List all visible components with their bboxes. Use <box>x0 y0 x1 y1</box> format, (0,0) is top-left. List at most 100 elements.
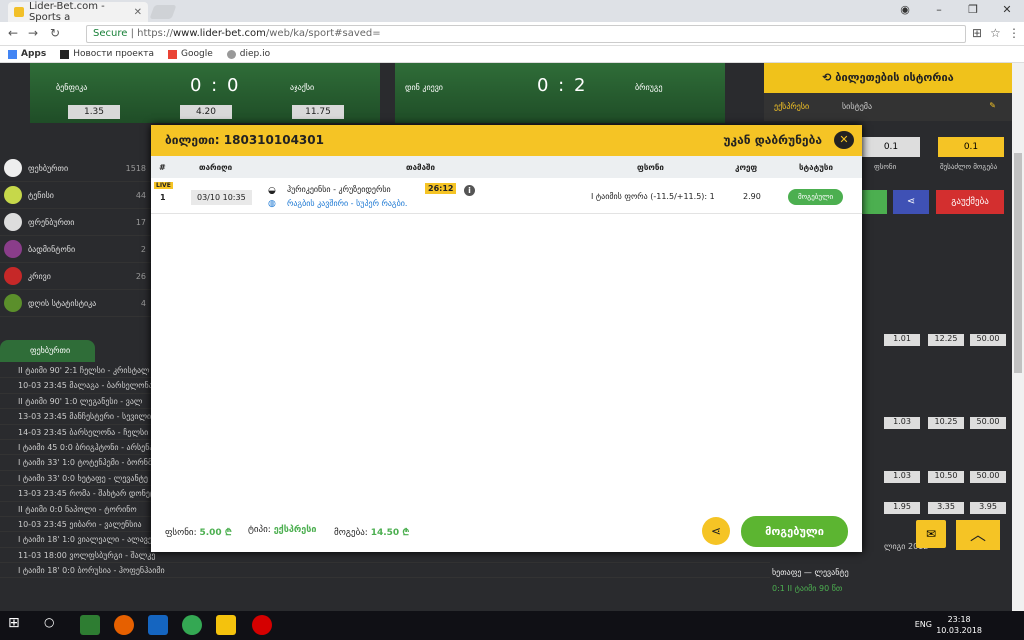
url-field[interactable]: Secure | https://www.lider-bet.com/web/k… <box>86 25 966 43</box>
bookmark-news[interactable]: Новости проекта <box>60 49 154 59</box>
pin-icon[interactable]: ✎ <box>989 101 996 110</box>
sports-sidebar: ფეხბურთი 1518 ტენისი 44 ფრენბურთი 17 ბადმინ… <box>0 155 152 317</box>
stake-summary: ფსონი: 5.00 ₾ <box>165 528 232 538</box>
odd-button[interactable]: 1.35 <box>68 105 120 119</box>
odd-button[interactable]: 1.95 <box>884 502 920 514</box>
folder-icon[interactable] <box>216 615 236 635</box>
firefox-icon[interactable] <box>114 615 134 635</box>
sport-count: 17 <box>135 217 146 227</box>
odd-button[interactable]: 1.03 <box>884 471 920 483</box>
live-match[interactable]: ხეთაფე — ლევანტე <box>772 568 849 577</box>
football-icon <box>4 159 22 177</box>
odd-button[interactable]: 10.25 <box>928 417 964 429</box>
reload-icon[interactable]: ↻ <box>50 26 60 40</box>
away-team: აჯაქსი <box>290 83 315 92</box>
sport-name: ფრენბურთი <box>28 217 75 227</box>
close-tab-icon[interactable]: ✕ <box>134 7 142 18</box>
sport-item[interactable]: ფეხბურთი 1518 <box>0 155 152 182</box>
away-team: ბრიუგე <box>635 83 663 92</box>
system-clock[interactable]: 23:18 10.03.2018 <box>936 614 982 636</box>
close-icon[interactable]: ✕ <box>834 131 854 149</box>
odd-button[interactable]: 50.00 <box>970 417 1006 429</box>
scroll-up-icon[interactable]: ︿ <box>956 520 1000 550</box>
tab-football[interactable]: ფეხბურთი <box>0 340 95 362</box>
live-badge: LIVE <box>154 182 173 189</box>
tab-system[interactable]: სისტემა <box>842 102 872 111</box>
page-scrollbar[interactable] <box>1012 63 1024 611</box>
tab-title: Lider-Bet.com - Sports a <box>28 1 105 23</box>
stake-amount[interactable]: 0.1 <box>862 137 920 157</box>
translate-icon[interactable]: ⊞ <box>972 26 982 40</box>
sport-item[interactable]: დღის სტატისტიკა 4 <box>0 290 152 317</box>
event-name[interactable]: ჰურიკეინსი - კრუზეიდერსი <box>287 185 391 194</box>
bookmark-apps[interactable]: Apps <box>8 49 46 59</box>
bookmark-label: Apps <box>21 49 47 59</box>
table-row[interactable]: I ტაიმი 18' 0:0 ბორუსია - ჰოფენჰაიმი <box>0 563 770 579</box>
col-odd: კოეფ <box>735 163 758 172</box>
excel-icon[interactable] <box>80 615 100 635</box>
search-icon[interactable]: ○ <box>44 615 64 635</box>
share-icon[interactable]: ⋖ <box>893 190 929 214</box>
odd-button[interactable]: 50.00 <box>970 471 1006 483</box>
confirm-button[interactable] <box>862 190 887 214</box>
tennis-icon <box>4 186 22 204</box>
col-num: # <box>159 163 166 172</box>
back-button[interactable]: უკან დაბრუნება <box>723 133 822 147</box>
windows-taskbar: ⊞ ○ ENG 23:18 10.03.2018 <box>0 611 1024 640</box>
share-icon[interactable]: ⋖ <box>702 517 730 545</box>
odd-button[interactable]: 3.95 <box>970 502 1006 514</box>
browser-tab[interactable]: Lider-Bet.com - Sports a ✕ <box>8 1 148 23</box>
odd-button[interactable]: 12.25 <box>928 334 964 346</box>
bookmark-diep[interactable]: diep.io <box>226 49 270 59</box>
col-event: თამაში <box>406 163 435 172</box>
odd-button[interactable]: 1.03 <box>884 417 920 429</box>
account-icon[interactable]: ◉ <box>888 0 922 22</box>
sport-item[interactable]: კრივი 26 <box>0 263 152 290</box>
scrollbar-thumb[interactable] <box>1014 153 1022 373</box>
back-icon[interactable]: ← <box>8 26 18 40</box>
menu-icon[interactable]: ⋮ <box>1008 26 1020 40</box>
col-status: სტატუსი <box>799 163 833 172</box>
delete-button[interactable]: გაუქმება <box>936 190 1004 214</box>
globe-icon: ◍ <box>268 199 276 209</box>
history-title: ბილეთების ისტორია <box>835 71 954 84</box>
chrome-icon[interactable] <box>182 615 202 635</box>
odd-button[interactable]: 10.50 <box>928 471 964 483</box>
restore-icon[interactable]: ❐ <box>956 0 990 22</box>
win-summary: მოგება: 14.50 ₾ <box>334 528 410 538</box>
language-indicator[interactable]: ENG <box>915 620 932 629</box>
url-path: /web/ka/sport#saved= <box>265 28 381 39</box>
chat-icon[interactable]: ✉ <box>916 520 946 548</box>
opera-icon[interactable] <box>252 615 272 635</box>
ticket-history-button[interactable]: ⟲ ბილეთების ისტორია <box>764 63 1012 93</box>
minimize-icon[interactable]: – <box>922 0 956 22</box>
live-banner-left[interactable]: ბენფიკა 0 : 0 აჯაქსი 1.35 4.20 11.75 <box>30 63 380 123</box>
odd-button[interactable]: 1.01 <box>884 334 920 346</box>
window-controls: ◉ – ❐ ✕ <box>888 0 1024 22</box>
odd-button[interactable]: 3.35 <box>928 502 964 514</box>
possible-win-amount: 0.1 <box>938 137 1004 157</box>
edge-icon[interactable] <box>148 615 168 635</box>
type-summary: ტიპი: ექსპრესი <box>248 525 317 535</box>
new-tab-button[interactable] <box>149 5 177 19</box>
info-icon[interactable]: i <box>464 185 475 196</box>
google-icon <box>168 49 178 59</box>
sport-item[interactable]: ტენისი 44 <box>0 182 152 209</box>
won-status-button[interactable]: მოგებული <box>741 516 848 547</box>
bookmark-star-icon[interactable]: ☆ <box>990 26 1001 40</box>
odd-button[interactable]: 4.20 <box>180 105 232 119</box>
sport-item[interactable]: ფრენბურთი 17 <box>0 209 152 236</box>
live-banner-right[interactable]: დინ კიევი 0 : 2 ბრიუგე <box>395 63 725 123</box>
odd-button[interactable]: 50.00 <box>970 334 1006 346</box>
browser-tabbar: Lider-Bet.com - Sports a ✕ ◉ – ❐ ✕ <box>0 0 1024 23</box>
windows-start-icon[interactable]: ⊞ <box>8 615 28 635</box>
home-team: ბენფიკა <box>56 83 88 92</box>
bookmark-google[interactable]: Google <box>168 49 213 59</box>
bookmark-label: Google <box>181 49 213 59</box>
sport-item[interactable]: ბადმინტონი 2 <box>0 236 152 263</box>
odd-button[interactable]: 11.75 <box>292 105 344 119</box>
tab-express[interactable]: ექსპრესი <box>774 102 809 111</box>
home-team: დინ კიევი <box>405 83 443 92</box>
close-window-icon[interactable]: ✕ <box>990 0 1024 22</box>
forward-icon[interactable]: → <box>28 26 38 40</box>
